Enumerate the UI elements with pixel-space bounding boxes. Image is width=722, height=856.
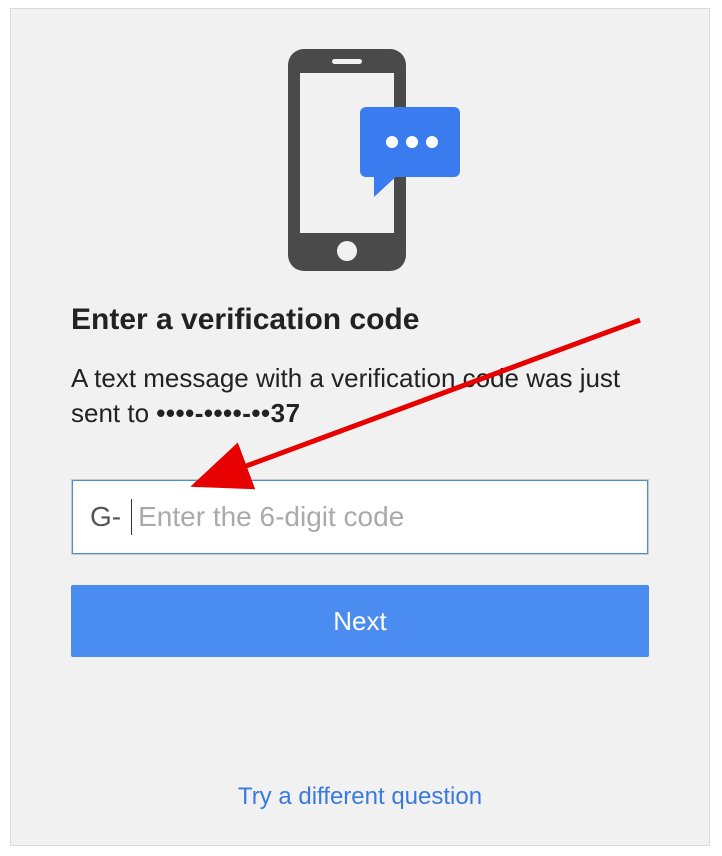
phone-sms-icon bbox=[250, 45, 470, 275]
page-heading: Enter a verification code bbox=[71, 303, 649, 337]
masked-phone-number: ••••-••••-••37 bbox=[156, 398, 300, 428]
alt-link-wrap: Try a different question bbox=[11, 783, 709, 811]
code-input-wrap[interactable]: G- Enter the 6-digit code bbox=[71, 479, 649, 555]
hero-illustration bbox=[71, 45, 649, 275]
description-text: A text message with a verification code … bbox=[71, 363, 620, 428]
try-different-link[interactable]: Try a different question bbox=[238, 783, 482, 810]
description: A text message with a verification code … bbox=[71, 361, 649, 431]
verification-card: Enter a verification code A text message… bbox=[10, 8, 710, 846]
next-button[interactable]: Next bbox=[71, 585, 649, 657]
